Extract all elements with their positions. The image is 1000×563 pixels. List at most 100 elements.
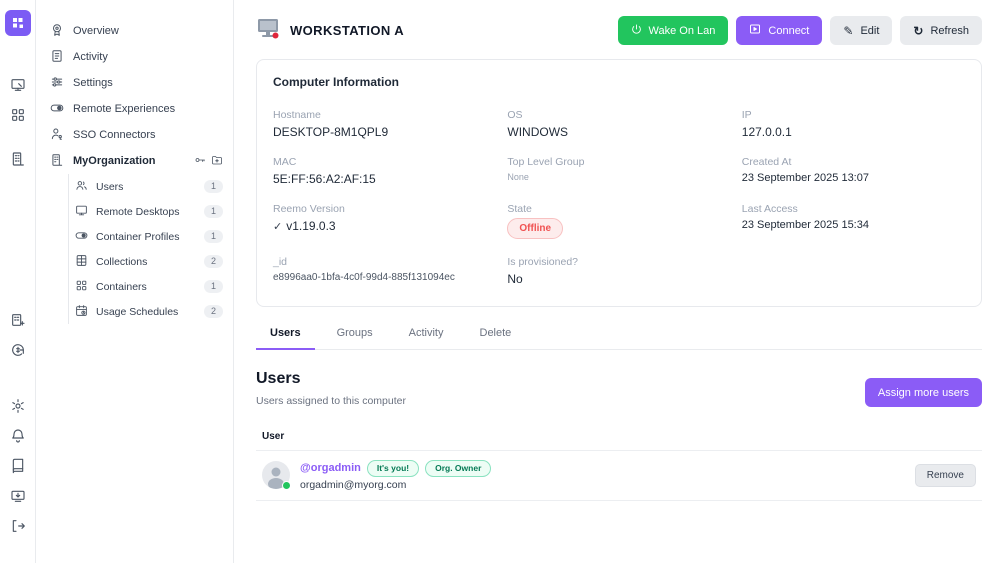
tab-users[interactable]: Users bbox=[256, 321, 315, 350]
org-sub-list: Users 1 Remote Desktops 1 Container Prof… bbox=[68, 174, 223, 324]
download-client-icon[interactable] bbox=[9, 487, 27, 505]
logout-icon[interactable] bbox=[9, 517, 27, 535]
connect-button[interactable]: Connect bbox=[736, 16, 822, 45]
field-os: OS WINDOWS bbox=[507, 109, 741, 139]
sidebar-item-users[interactable]: Users 1 bbox=[73, 174, 223, 199]
field-id: _id e8996aa0-1bfa-4c0f-99d4-885f131094ec bbox=[273, 256, 507, 286]
count-badge: 1 bbox=[204, 180, 223, 193]
sidebar-item-label: Collections bbox=[96, 256, 147, 268]
org-owner-badge: Org. Owner bbox=[425, 460, 491, 477]
sidebar: Overview Activity Settings Remote Experi… bbox=[36, 0, 234, 563]
workstation-monitor-icon bbox=[256, 17, 280, 44]
activity-icon bbox=[50, 49, 64, 66]
monitor-icon bbox=[75, 204, 88, 220]
field-ip: IP 127.0.0.1 bbox=[742, 109, 965, 139]
sidebar-item-sso-connectors[interactable]: SSO Connectors bbox=[48, 122, 223, 148]
overview-icon bbox=[50, 23, 64, 40]
rail-middle-group bbox=[9, 76, 27, 124]
sidebar-item-label: MyOrganization bbox=[73, 155, 156, 167]
sidebar-item-label: Overview bbox=[73, 25, 119, 37]
sidebar-item-usage-schedules[interactable]: Usage Schedules 2 bbox=[73, 299, 223, 324]
remove-user-button[interactable]: Remove bbox=[915, 464, 976, 487]
key-icon[interactable] bbox=[194, 154, 206, 169]
field-is-provisioned: Is provisioned? No bbox=[507, 256, 741, 286]
count-badge: 1 bbox=[204, 280, 223, 293]
organization-building-icon bbox=[50, 153, 64, 170]
users-icon bbox=[75, 179, 88, 195]
sidebar-item-container-profiles[interactable]: Container Profiles 1 bbox=[73, 224, 223, 249]
tab-delete[interactable]: Delete bbox=[466, 321, 526, 350]
sidebar-item-label: Settings bbox=[73, 77, 113, 89]
add-organization-icon[interactable] bbox=[9, 311, 27, 329]
containers-icon[interactable] bbox=[9, 106, 27, 124]
sidebar-item-label: Remote Desktops bbox=[96, 206, 179, 218]
rail-bottom-group bbox=[9, 311, 27, 535]
sidebar-item-label: Containers bbox=[96, 281, 147, 293]
sidebar-item-label: Remote Experiences bbox=[73, 103, 175, 115]
sidebar-item-label: Activity bbox=[73, 51, 108, 63]
tab-groups[interactable]: Groups bbox=[323, 321, 387, 350]
header-buttons: Wake On Lan Connect ✎ Edit ↻ Refresh bbox=[618, 16, 982, 45]
tab-activity[interactable]: Activity bbox=[395, 321, 458, 350]
notifications-bell-icon[interactable] bbox=[9, 427, 27, 445]
count-badge: 2 bbox=[204, 255, 223, 268]
collections-icon bbox=[75, 254, 88, 270]
field-mac: MAC 5E:FF:56:A2:AF:15 bbox=[273, 156, 507, 186]
sidebar-item-settings[interactable]: Settings bbox=[48, 70, 223, 96]
sidebar-item-label: Users bbox=[96, 181, 123, 193]
computer-information-card: Computer Information Hostname DESKTOP-8M… bbox=[256, 59, 982, 307]
folder-plus-icon[interactable] bbox=[211, 154, 223, 169]
users-subtitle: Users assigned to this computer bbox=[256, 395, 406, 407]
user-key-icon bbox=[50, 127, 64, 144]
refresh-icon: ↻ bbox=[913, 25, 923, 37]
tab-bar: Users Groups Activity Delete bbox=[256, 321, 982, 350]
users-section-header: Users Users assigned to this computer As… bbox=[256, 370, 982, 407]
remote-desktop-icon[interactable] bbox=[9, 76, 27, 94]
wake-on-lan-button[interactable]: Wake On Lan bbox=[618, 16, 729, 45]
settings-gear-icon[interactable] bbox=[9, 397, 27, 415]
play-screen-icon bbox=[749, 23, 761, 38]
sidebar-item-activity[interactable]: Activity bbox=[48, 44, 223, 70]
online-status-dot bbox=[282, 481, 291, 490]
pencil-icon: ✎ bbox=[843, 25, 853, 37]
billing-sync-icon[interactable] bbox=[9, 341, 27, 359]
sidebar-item-collections[interactable]: Collections 2 bbox=[73, 249, 223, 274]
user-email: orgadmin@myorg.com bbox=[300, 479, 491, 491]
offline-status-badge: Offline bbox=[507, 218, 563, 239]
grid-squares-icon bbox=[75, 279, 88, 295]
users-table: User @orgadmin It's you! Org. bbox=[256, 423, 982, 501]
its-you-badge: It's you! bbox=[367, 460, 419, 477]
toggle-icon bbox=[50, 101, 64, 118]
field-top-level-group: Top Level Group None bbox=[507, 156, 741, 186]
username-link[interactable]: @orgadmin bbox=[300, 462, 361, 474]
app-logo-icon[interactable] bbox=[5, 10, 31, 36]
power-icon bbox=[631, 24, 642, 38]
card-title: Computer Information bbox=[273, 75, 965, 89]
field-state: State Offline bbox=[507, 203, 741, 239]
organization-icon[interactable] bbox=[9, 150, 27, 168]
sidebar-item-label: SSO Connectors bbox=[73, 129, 156, 141]
sidebar-item-overview[interactable]: Overview bbox=[48, 18, 223, 44]
assign-more-users-button[interactable]: Assign more users bbox=[865, 378, 982, 407]
field-last-access: Last Access 23 September 2025 15:34 bbox=[742, 203, 965, 239]
avatar bbox=[262, 461, 290, 489]
count-badge: 2 bbox=[204, 305, 223, 318]
sidebar-item-remote-desktops[interactable]: Remote Desktops 1 bbox=[73, 199, 223, 224]
info-grid: Hostname DESKTOP-8M1QPL9 OS WINDOWS IP 1… bbox=[273, 109, 965, 286]
sidebar-item-remote-experiences[interactable]: Remote Experiences bbox=[48, 96, 223, 122]
calendar-clock-icon bbox=[75, 304, 88, 320]
sliders-icon bbox=[50, 75, 64, 92]
sidebar-item-containers[interactable]: Containers 1 bbox=[73, 274, 223, 299]
sidebar-item-label: Container Profiles bbox=[96, 231, 179, 243]
app-root: Overview Activity Settings Remote Experi… bbox=[0, 0, 1000, 563]
documentation-book-icon[interactable] bbox=[9, 457, 27, 475]
sidebar-item-my-organization[interactable]: MyOrganization bbox=[48, 148, 223, 174]
icon-rail bbox=[0, 0, 36, 563]
refresh-button[interactable]: ↻ Refresh bbox=[900, 16, 982, 45]
toggle-icon bbox=[75, 229, 88, 245]
count-badge: 1 bbox=[204, 205, 223, 218]
edit-button[interactable]: ✎ Edit bbox=[830, 16, 892, 45]
main-content: WORKSTATION A Wake On Lan Connect ✎ bbox=[234, 0, 1000, 563]
column-header-user: User bbox=[256, 423, 982, 451]
page-header: WORKSTATION A Wake On Lan Connect ✎ bbox=[256, 16, 982, 45]
